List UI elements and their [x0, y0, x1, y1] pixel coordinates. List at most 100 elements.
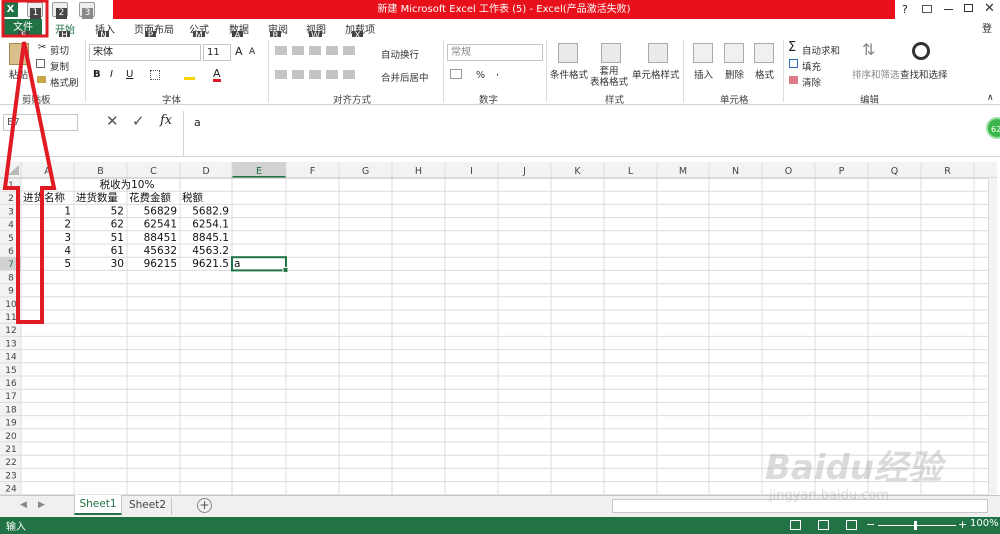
- conditional-format-button[interactable]: 条件格式: [550, 67, 588, 81]
- comma-button[interactable]: ,: [496, 67, 499, 78]
- sheet-tab-sheet1[interactable]: Sheet1: [74, 495, 122, 515]
- row-header-16[interactable]: 16: [5, 379, 17, 389]
- row-header-18[interactable]: 18: [5, 405, 17, 415]
- zoom-in-icon[interactable]: +: [958, 518, 967, 531]
- row-header-11[interactable]: 11: [5, 313, 16, 323]
- sheet-tab-sheet2[interactable]: Sheet2: [124, 497, 172, 515]
- zoom-out-icon[interactable]: −: [866, 518, 875, 531]
- fill-color-icon[interactable]: [184, 70, 195, 80]
- normal-view-icon[interactable]: [790, 520, 801, 530]
- decrease-font-icon[interactable]: A: [249, 47, 255, 57]
- clear-icon[interactable]: [789, 76, 798, 84]
- data-cell[interactable]: 5: [64, 258, 71, 270]
- collapse-ribbon-icon[interactable]: ∧: [987, 93, 994, 103]
- font-color-button[interactable]: A: [213, 68, 221, 82]
- align-lines-icon[interactable]: [275, 46, 355, 55]
- column-header-B[interactable]: B: [97, 166, 104, 177]
- column-header-N[interactable]: N: [732, 166, 739, 177]
- sort-filter-button[interactable]: 排序和筛选: [852, 67, 900, 81]
- data-cell[interactable]: 51: [111, 232, 124, 244]
- find-select-icon[interactable]: [912, 42, 930, 60]
- data-cell[interactable]: 8845.1: [192, 232, 229, 244]
- row-header-20[interactable]: 20: [5, 432, 17, 442]
- wrap-text-button[interactable]: 自动换行: [381, 47, 419, 61]
- paste-icon[interactable]: [9, 43, 29, 65]
- conditional-format-icon[interactable]: [558, 43, 578, 63]
- row-header-13[interactable]: 13: [5, 339, 16, 349]
- minimize-button[interactable]: [944, 9, 953, 10]
- vertical-scrollbar[interactable]: [988, 178, 997, 495]
- column-header-C[interactable]: C: [150, 166, 157, 177]
- column-header-M[interactable]: M: [679, 166, 687, 177]
- data-cell[interactable]: 4: [64, 245, 71, 257]
- column-header-F[interactable]: F: [310, 166, 315, 177]
- font-size-select[interactable]: 11: [203, 44, 231, 61]
- header-cell[interactable]: 税额: [182, 191, 203, 204]
- column-header-G[interactable]: G: [362, 166, 369, 177]
- column-header-K[interactable]: K: [574, 166, 581, 177]
- row-header-9[interactable]: 9: [8, 287, 14, 297]
- ribbon-display-options-icon[interactable]: [922, 5, 932, 13]
- accounting-icon[interactable]: [450, 69, 462, 79]
- insert-cells-icon[interactable]: [693, 43, 713, 63]
- data-cell[interactable]: 5682.9: [192, 205, 229, 217]
- fill-button[interactable]: 填充: [802, 59, 821, 73]
- row-header-19[interactable]: 19: [5, 419, 17, 429]
- header-cell[interactable]: 进货名称: [23, 191, 65, 204]
- row-header-24[interactable]: 24: [5, 485, 17, 495]
- number-format-select[interactable]: 常规: [447, 44, 543, 61]
- restore-button[interactable]: [964, 4, 973, 12]
- row-header-14[interactable]: 14: [5, 353, 17, 363]
- delete-cells-icon[interactable]: [724, 43, 744, 63]
- header-cell[interactable]: 花费金额: [129, 191, 171, 204]
- data-cell[interactable]: 62: [111, 219, 124, 231]
- column-header-E[interactable]: E: [256, 166, 262, 177]
- data-cell[interactable]: 62541: [144, 219, 177, 231]
- zoom-slider[interactable]: [878, 525, 956, 526]
- autosum-button[interactable]: 自动求和: [802, 43, 840, 57]
- column-header-D[interactable]: D: [202, 166, 209, 177]
- row-header-2[interactable]: 2: [8, 194, 14, 204]
- row-header-5[interactable]: 5: [8, 234, 14, 244]
- merge-center-button[interactable]: 合并后居中: [381, 70, 429, 84]
- delete-cells-button[interactable]: 删除: [725, 67, 744, 81]
- row-header-3[interactable]: 3: [8, 207, 14, 217]
- data-cell[interactable]: 9621.5: [192, 258, 229, 270]
- row-header-17[interactable]: 17: [5, 392, 16, 402]
- column-header-L[interactable]: L: [628, 166, 634, 177]
- data-cell[interactable]: 56829: [144, 205, 177, 217]
- page-break-view-icon[interactable]: [846, 520, 857, 530]
- cut-icon[interactable]: ✂: [38, 42, 46, 53]
- sort-filter-icon[interactable]: ⇅: [862, 40, 875, 59]
- bold-button[interactable]: B: [93, 69, 101, 80]
- row-header-10[interactable]: 10: [5, 300, 17, 310]
- percent-button[interactable]: %: [476, 70, 485, 81]
- clear-button[interactable]: 清除: [802, 75, 821, 89]
- copy-icon[interactable]: [36, 59, 45, 68]
- data-cell[interactable]: 61: [111, 245, 124, 257]
- autosum-icon[interactable]: Σ: [788, 40, 796, 55]
- format-painter-button[interactable]: 格式刷: [50, 75, 79, 89]
- cell-styles-icon[interactable]: [648, 43, 668, 63]
- column-header-H[interactable]: H: [415, 166, 422, 177]
- cut-button[interactable]: 剪切: [50, 43, 69, 57]
- find-select-button[interactable]: 查找和选择: [900, 67, 948, 81]
- fill-icon[interactable]: [789, 59, 798, 68]
- prev-sheet-icon[interactable]: ◀: [20, 500, 27, 510]
- italic-button[interactable]: I: [110, 69, 113, 80]
- confirm-entry-icon[interactable]: ✓: [132, 112, 145, 130]
- zoom-level[interactable]: 100%: [970, 518, 999, 529]
- title-cell[interactable]: 税收为10%: [100, 178, 155, 191]
- row-header-8[interactable]: 8: [8, 273, 14, 283]
- fill-handle[interactable]: [282, 266, 289, 273]
- row-header-1[interactable]: 1: [8, 181, 14, 191]
- name-box[interactable]: E7: [3, 114, 78, 131]
- data-cell[interactable]: 6254.1: [192, 219, 229, 231]
- active-cell-value[interactable]: a: [234, 258, 240, 270]
- row-header-7[interactable]: 7: [8, 260, 14, 270]
- column-header-J[interactable]: J: [522, 166, 526, 177]
- cancel-entry-icon[interactable]: ✕: [106, 112, 119, 130]
- cell-styles-button[interactable]: 单元格样式: [632, 67, 680, 81]
- data-cell[interactable]: 1: [64, 205, 71, 217]
- add-sheet-button[interactable]: +: [197, 498, 212, 513]
